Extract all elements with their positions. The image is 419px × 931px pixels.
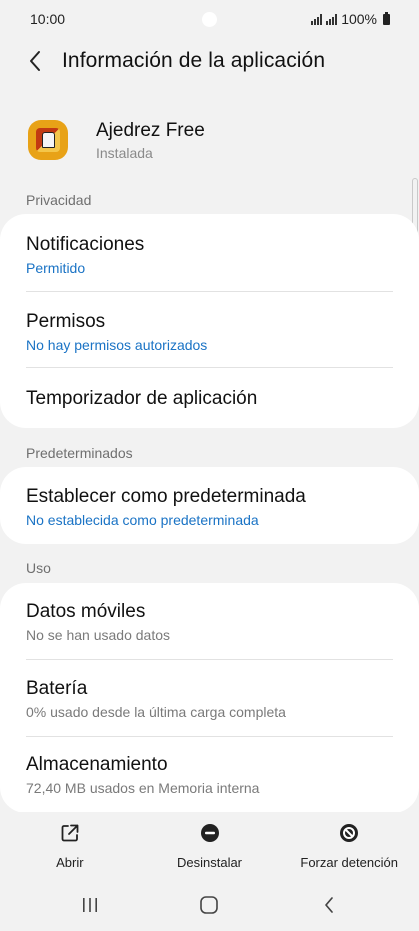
row-title: Establecer como predeterminada bbox=[26, 486, 306, 507]
divider bbox=[26, 291, 393, 292]
row-subtitle: No se han usado datos bbox=[26, 627, 170, 643]
divider bbox=[26, 659, 393, 660]
app-name: Ajedrez Free bbox=[96, 119, 205, 141]
storage-row[interactable]: Almacenamiento 72,40 MB usados en Memori… bbox=[0, 754, 419, 796]
nav-back-button[interactable] bbox=[299, 885, 359, 925]
home-button[interactable] bbox=[179, 885, 239, 925]
defaults-card: Establecer como predeterminada No establ… bbox=[0, 467, 419, 544]
row-subtitle: No hay permisos autorizados bbox=[26, 337, 208, 353]
open-label: Abrir bbox=[56, 855, 84, 870]
app-info: Ajedrez Free Instalada bbox=[0, 112, 419, 168]
section-label-defaults: Predeterminados bbox=[26, 445, 133, 461]
app-install-status: Instalada bbox=[96, 144, 153, 161]
uninstall-label: Desinstalar bbox=[176, 855, 243, 870]
force-stop-label: Forzar detención bbox=[300, 855, 398, 870]
home-icon bbox=[200, 895, 219, 914]
section-label-usage: Uso bbox=[26, 560, 51, 576]
divider bbox=[26, 736, 393, 737]
battery-icon bbox=[383, 11, 390, 25]
status-indicators: 100% bbox=[311, 11, 390, 27]
row-subtitle: No establecida como predeterminada bbox=[26, 512, 259, 528]
battery-row[interactable]: Batería 0% usado desde la última carga c… bbox=[0, 678, 419, 720]
row-subtitle: 0% usado desde la última carga completa bbox=[26, 704, 286, 720]
row-subtitle: Permitido bbox=[26, 260, 86, 276]
force-stop-button[interactable]: Forzar detención bbox=[279, 812, 419, 874]
signal-icon bbox=[311, 13, 323, 25]
section-label-privacy: Privacidad bbox=[26, 192, 92, 208]
back-chevron-icon bbox=[325, 896, 333, 913]
app-header: Información de la aplicación bbox=[0, 40, 419, 82]
mobile-data-row[interactable]: Datos móviles No se han usado datos bbox=[0, 601, 419, 643]
system-nav-bar bbox=[0, 878, 419, 931]
uninstall-button[interactable]: Desinstalar bbox=[140, 812, 280, 874]
row-subtitle: 72,40 MB usados en Memoria interna bbox=[26, 780, 260, 796]
back-button[interactable] bbox=[10, 40, 60, 82]
permissions-row[interactable]: Permisos No hay permisos autorizados bbox=[0, 311, 419, 353]
app-timer-row[interactable]: Temporizador de aplicación bbox=[0, 388, 419, 410]
open-external-icon bbox=[61, 824, 79, 842]
privacy-card: Notificaciones Permitido Permisos No hay… bbox=[0, 214, 419, 428]
camera-cutout bbox=[202, 12, 217, 27]
recent-apps-icon bbox=[82, 897, 97, 912]
signal-icon-2 bbox=[326, 13, 338, 25]
row-title: Notificaciones bbox=[26, 234, 145, 255]
set-default-row[interactable]: Establecer como predeterminada No establ… bbox=[0, 486, 419, 528]
divider bbox=[26, 367, 393, 368]
row-title: Almacenamiento bbox=[26, 754, 168, 775]
minus-circle-icon bbox=[200, 824, 219, 842]
row-title: Batería bbox=[26, 678, 88, 699]
chess-app-icon bbox=[28, 120, 68, 160]
status-time: 10:00 bbox=[30, 11, 66, 27]
block-icon bbox=[340, 824, 359, 842]
recent-apps-button[interactable] bbox=[60, 885, 120, 925]
notifications-row[interactable]: Notificaciones Permitido bbox=[0, 234, 419, 276]
chevron-left-icon bbox=[30, 51, 40, 71]
battery-percent: 100% bbox=[341, 11, 377, 27]
page-title: Información de la aplicación bbox=[62, 49, 326, 72]
row-title: Permisos bbox=[26, 311, 106, 332]
open-button[interactable]: Abrir bbox=[0, 812, 140, 874]
row-title: Temporizador de aplicación bbox=[26, 388, 258, 409]
usage-card: Datos móviles No se han usado datos Bate… bbox=[0, 583, 419, 813]
row-title: Datos móviles bbox=[26, 601, 146, 622]
action-bar: Abrir Desinstalar Forzar detención bbox=[0, 812, 419, 874]
